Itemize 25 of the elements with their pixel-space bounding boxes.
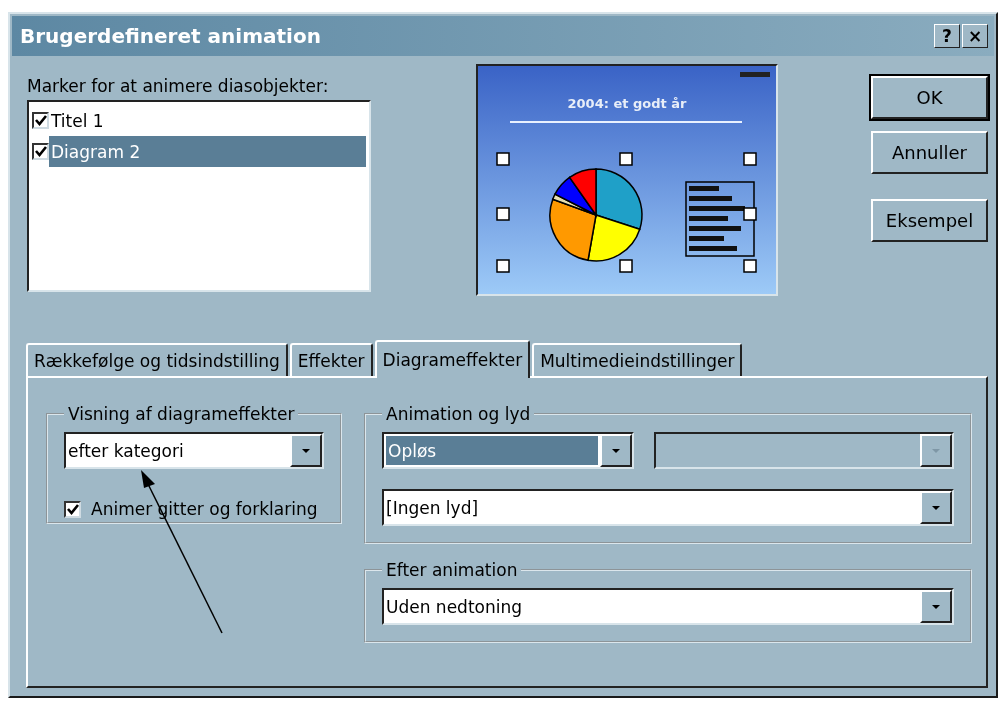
list-item[interactable]: Diagram 2 (49, 136, 366, 167)
checkbox[interactable] (32, 143, 49, 160)
close-button[interactable]: × (962, 24, 988, 48)
tab[interactable]: Multimedieindstillinger (532, 343, 743, 376)
group-title: Visning af diagrameffekter (67, 404, 296, 424)
checkbox[interactable] (32, 112, 49, 129)
cancel-button[interactable]: Annuller (871, 131, 988, 174)
ok-button[interactable]: OK (871, 76, 988, 119)
preview-button[interactable]: Eksempel (871, 199, 988, 242)
dropdown[interactable]: Uden nedtoning (382, 588, 954, 625)
dropdown[interactable]: efter kategori (64, 432, 324, 469)
window-title: Brugerdefineret animation (20, 24, 322, 48)
dropdown[interactable]: [Ingen lyd] (382, 489, 954, 526)
slide-title: 2004: et godt år (566, 96, 688, 111)
tab[interactable]: Diagrameffekter (374, 340, 531, 378)
dropdown[interactable]: Opløs (382, 432, 634, 469)
group-title: Efter animation (385, 560, 519, 580)
list-item[interactable]: Titel 1 (49, 105, 366, 136)
help-button[interactable]: ? (934, 24, 960, 48)
tab[interactable]: Rækkefølge og tidsindstilling (26, 343, 288, 376)
slide-logo-drawing (740, 72, 770, 77)
checkbox[interactable] (64, 500, 81, 518)
tab[interactable]: Effekter (289, 343, 373, 376)
group-title: Animation og lyd (385, 404, 532, 424)
list-label: Marker for at animere diasobjekter: (27, 76, 330, 96)
